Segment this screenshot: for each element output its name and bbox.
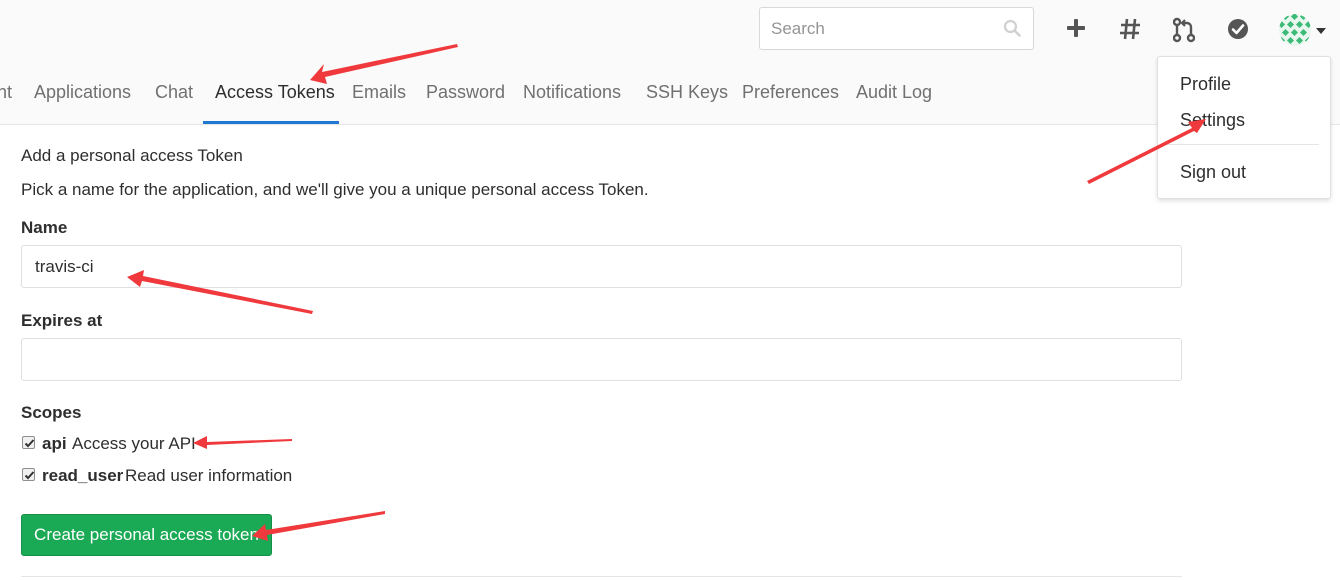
scopes-label: Scopes — [21, 403, 82, 422]
search-input[interactable] — [760, 8, 1000, 49]
tab-preferences[interactable]: Preferences — [742, 82, 839, 103]
tab-applications[interactable]: Applications — [34, 82, 131, 103]
active-tab-indicator — [203, 121, 339, 124]
menu-divider — [1164, 144, 1319, 145]
create-token-button[interactable]: Create personal access token — [21, 514, 272, 556]
arrow-to-api-scope — [193, 436, 292, 449]
plus-icon[interactable] — [1065, 17, 1087, 39]
form-description: Pick a name for the application, and we'… — [21, 180, 649, 199]
expires-at-input[interactable] — [21, 338, 1182, 381]
scope-description: Read user information — [125, 466, 293, 485]
token-name-input[interactable] — [21, 245, 1182, 288]
tab-access-tokens[interactable]: Access Tokens — [215, 82, 335, 103]
user-dropdown-menu: Profile Settings Sign out — [1157, 56, 1331, 199]
tab-ssh-keys[interactable]: SSH Keys — [646, 82, 728, 103]
menu-item-profile[interactable]: Profile — [1180, 74, 1231, 95]
scope-name: read_user — [42, 466, 124, 485]
settings-page: nt Applications Chat Access Tokens Email… — [0, 0, 1340, 580]
search-icon[interactable] — [1003, 19, 1021, 37]
todo-check-icon[interactable] — [1226, 17, 1250, 41]
merge-request-icon[interactable] — [1173, 17, 1195, 43]
form-title: Add a personal access Token — [21, 146, 243, 165]
tab-account[interactable]: nt — [0, 82, 12, 103]
search-box[interactable] — [759, 7, 1034, 50]
caret-down-icon[interactable] — [1316, 28, 1326, 34]
scope-read-user-checkbox[interactable] — [22, 468, 35, 481]
scope-api-checkbox[interactable] — [22, 436, 35, 449]
scope-description: Access your API — [72, 434, 196, 453]
menu-item-settings[interactable]: Settings — [1180, 110, 1245, 131]
scope-name: api — [42, 434, 67, 453]
menu-item-sign-out[interactable]: Sign out — [1180, 162, 1246, 183]
top-header: nt Applications Chat Access Tokens Email… — [0, 0, 1340, 125]
hash-icon[interactable] — [1118, 17, 1142, 41]
name-label: Name — [21, 218, 68, 237]
tab-chat[interactable]: Chat — [155, 82, 193, 103]
section-divider — [21, 576, 1182, 577]
tab-emails[interactable]: Emails — [352, 82, 406, 103]
expires-at-label: Expires at — [21, 311, 103, 330]
tab-audit-log[interactable]: Audit Log — [856, 82, 932, 103]
tab-password[interactable]: Password — [426, 82, 505, 103]
avatar-identicon[interactable] — [1279, 14, 1311, 46]
tab-notifications[interactable]: Notifications — [523, 82, 621, 103]
